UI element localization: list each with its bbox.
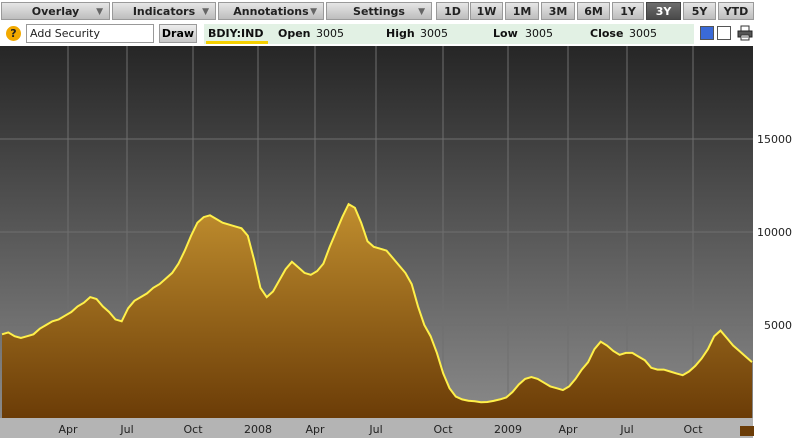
security-bar: ? Draw BDIY:IND Open 3005 High 3005 Low … — [0, 22, 800, 46]
menu-label: Indicators — [132, 4, 196, 18]
range-6m[interactable]: 6M — [577, 2, 610, 20]
x-tick-label: Apr — [558, 423, 578, 436]
draw-button[interactable]: Draw — [159, 24, 197, 43]
range-1y[interactable]: 1Y — [612, 2, 644, 20]
close-label: Close — [590, 27, 624, 40]
chevron-down-icon: ▼ — [202, 7, 209, 17]
menu-label: Settings — [353, 4, 405, 18]
x-tick-label: Oct — [183, 423, 203, 436]
y-tick-label: 15000 — [757, 133, 792, 146]
x-tick-label: Apr — [58, 423, 78, 436]
menu-settings[interactable]: Settings ▼ — [326, 2, 432, 20]
y-axis-panel — [753, 46, 800, 445]
y-tick-label: 10000 — [757, 226, 792, 239]
help-icon[interactable]: ? — [6, 26, 21, 41]
add-security-input[interactable] — [26, 24, 154, 43]
x-tick-label: 2008 — [244, 423, 272, 436]
menu-overlay[interactable]: Overlay ▼ — [1, 2, 110, 20]
low-value: 3005 — [525, 27, 553, 40]
chevron-down-icon: ▼ — [418, 7, 425, 17]
x-tick-label: Apr — [305, 423, 325, 436]
chevron-down-icon: ▼ — [96, 7, 103, 17]
high-value: 3005 — [420, 27, 448, 40]
menu-annotations[interactable]: Annotations ▼ — [218, 2, 324, 20]
x-tick-label: 2009 — [494, 423, 522, 436]
range-3y[interactable]: 3Y — [646, 2, 681, 20]
y-tick-label: 5000 — [764, 319, 792, 332]
open-value: 3005 — [316, 27, 344, 40]
print-icon[interactable] — [737, 25, 753, 41]
low-label: Low — [493, 27, 518, 40]
range-1w[interactable]: 1W — [470, 2, 503, 20]
x-tick-label: Jul — [619, 423, 633, 436]
close-value: 3005 — [629, 27, 657, 40]
ticker-underline — [206, 41, 268, 44]
range-ytd[interactable]: YTD — [718, 2, 754, 20]
chevron-down-icon: ▼ — [310, 7, 317, 17]
range-3m[interactable]: 3M — [541, 2, 575, 20]
color-swatch-white[interactable] — [717, 26, 731, 40]
menu-indicators[interactable]: Indicators ▼ — [112, 2, 216, 20]
scroll-handle[interactable] — [740, 426, 754, 436]
color-swatch-blue[interactable] — [700, 26, 714, 40]
x-tick-label: Oct — [433, 423, 453, 436]
menu-label: Annotations — [233, 4, 309, 18]
x-tick-label: Oct — [683, 423, 703, 436]
open-label: Open — [278, 27, 311, 40]
x-tick-label: Jul — [368, 423, 382, 436]
x-tick-label: Jul — [119, 423, 133, 436]
range-1d[interactable]: 1D — [436, 2, 469, 20]
high-label: High — [386, 27, 415, 40]
toolbar: Overlay ▼ Indicators ▼ Annotations ▼ Settings ▼… — [0, 0, 800, 22]
price-chart[interactable]: 5000 10000 15000 Apr Jul Oct 2008 Apr Jul Oct 200… — [0, 46, 800, 445]
ticker-symbol[interactable]: BDIY:IND — [208, 27, 263, 40]
range-5y[interactable]: 5Y — [683, 2, 716, 20]
quote-panel: BDIY:IND Open 3005 High 3005 Low 3005 Cl… — [204, 24, 694, 44]
range-1m[interactable]: 1M — [505, 2, 539, 20]
menu-label: Overlay — [31, 4, 80, 18]
